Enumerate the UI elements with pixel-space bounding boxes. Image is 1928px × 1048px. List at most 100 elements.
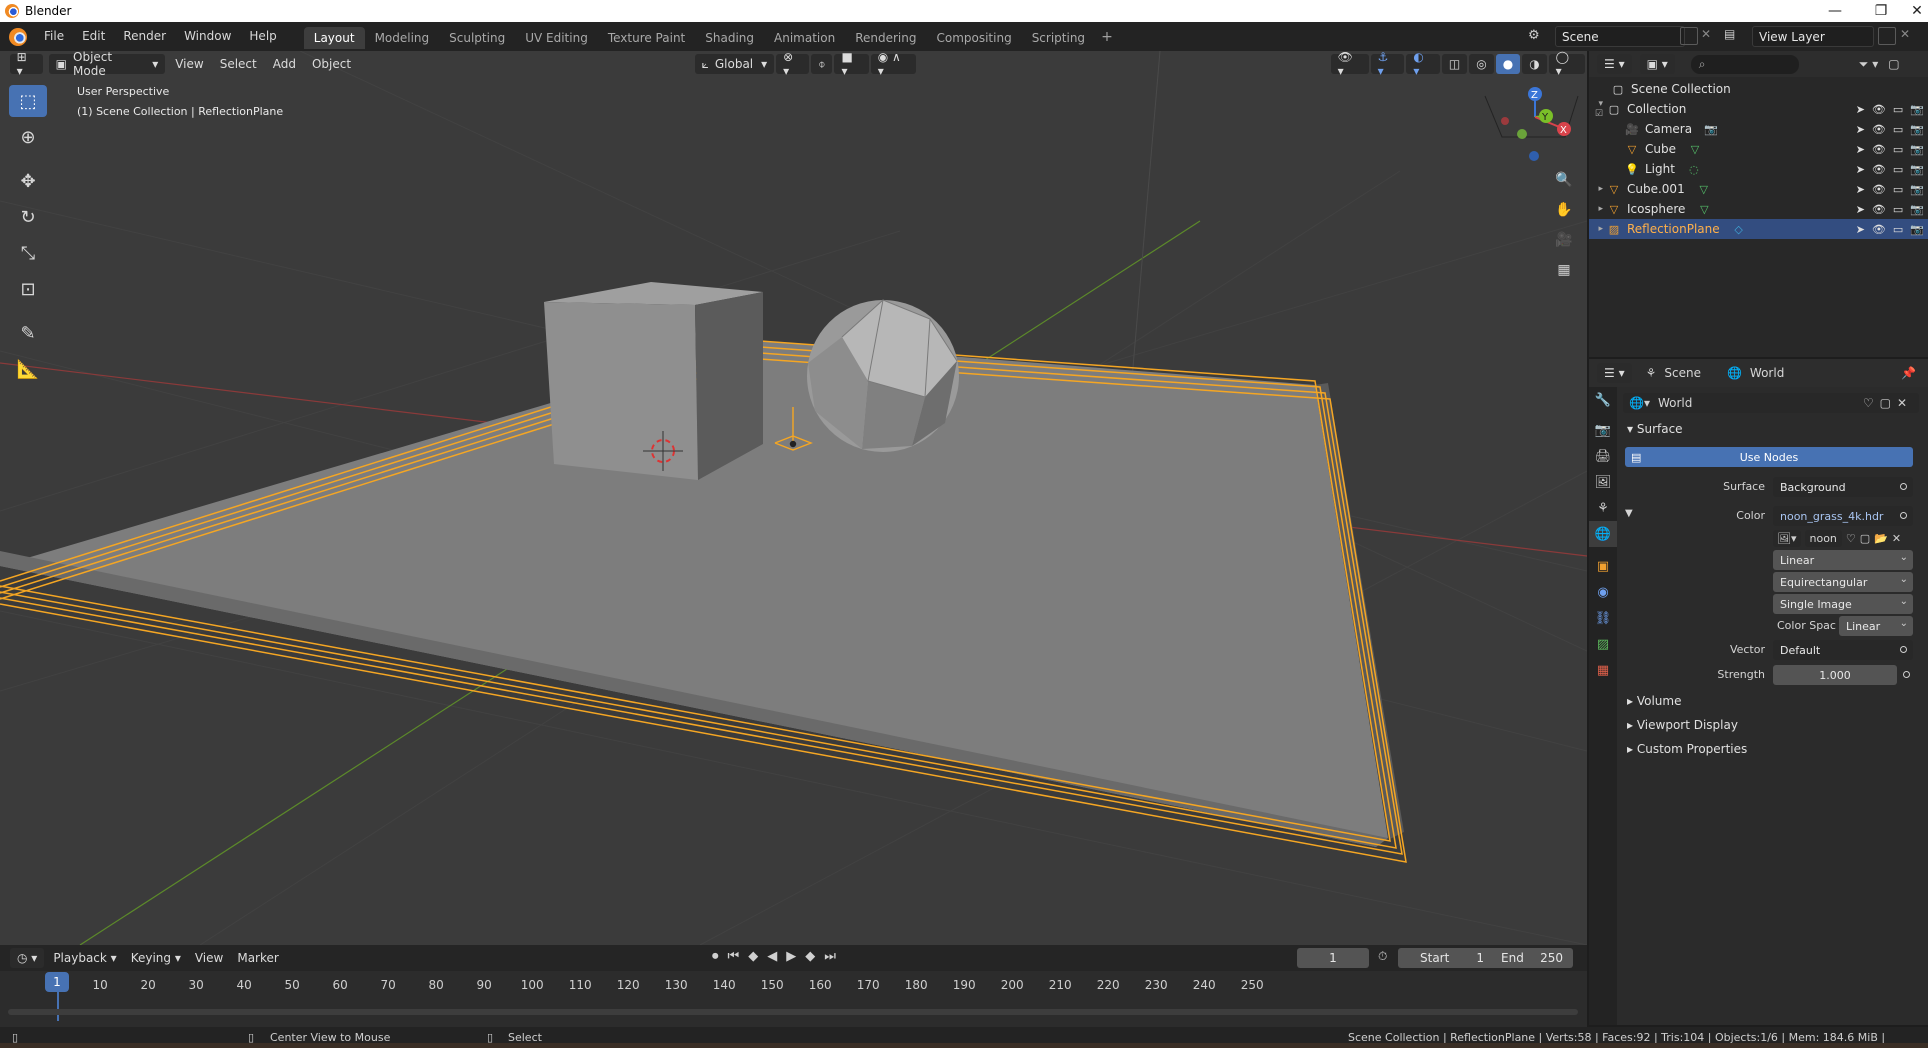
new-view-layer-button[interactable] — [1878, 27, 1896, 45]
record-icon[interactable]: ⏺ — [712, 949, 719, 964]
object-data-icon[interactable]: ◌ — [1687, 162, 1701, 176]
viewport-toggle-icon[interactable]: ▭ — [1893, 123, 1903, 136]
editor-type-button[interactable]: ⊞ ▾ — [9, 51, 43, 78]
visibility-eye-icon[interactable]: 👁 — [1872, 183, 1886, 196]
expand-toggle-icon[interactable]: ▸ — [1589, 184, 1607, 194]
snap-toggle[interactable]: ⌽ — [811, 54, 833, 74]
viewport-toggle-icon[interactable]: ▭ — [1893, 183, 1903, 196]
timeline-editor[interactable]: ◷ ▾ Playback ▾ Keying ▾ View Marker ⏺ ⏮ … — [0, 945, 1587, 1027]
datablock-actions[interactable]: ♡▢✕ — [1863, 396, 1913, 410]
object-data-icon[interactable]: ▽ — [1697, 182, 1711, 196]
new-collection-icon[interactable]: ▢ — [1888, 57, 1899, 71]
viewport-menu-add[interactable]: Add — [265, 57, 304, 71]
menu-render[interactable]: Render — [114, 22, 175, 51]
perspective-toggle-icon[interactable]: ▦ — [1551, 257, 1577, 283]
rotate-tool[interactable]: ↻ — [9, 201, 47, 233]
constraints-tab-icon[interactable]: ⛓ — [1589, 605, 1617, 631]
tab-sculpting[interactable]: Sculpting — [439, 27, 515, 49]
shading-solid-button[interactable]: ● — [1495, 54, 1521, 74]
measure-tool[interactable]: 📐 — [9, 353, 47, 385]
viewport-toggle-icon[interactable]: ▭ — [1893, 143, 1903, 156]
outliner-row-light[interactable]: 💡 Light ◌ ➤ 👁 ▭ 📷 — [1589, 159, 1928, 179]
data-tab-icon[interactable]: ▨ — [1589, 631, 1617, 657]
tab-modeling[interactable]: Modeling — [365, 27, 440, 49]
render-camera-icon[interactable]: 📷 — [1910, 123, 1924, 136]
scene-tab-icon[interactable]: ⚘ — [1589, 495, 1617, 521]
selectable-toggle-icon[interactable]: ➤ — [1856, 223, 1865, 236]
prev-keyframe-icon[interactable]: ◆ — [748, 949, 758, 964]
viewport-toggle-icon[interactable]: ▭ — [1893, 103, 1903, 116]
view-layer-tab-icon[interactable]: 🖼 — [1589, 469, 1617, 495]
snap-element-button[interactable]: ■ ▾ — [834, 51, 869, 78]
object-data-icon[interactable]: ◇ — [1732, 222, 1746, 236]
selectable-toggle-icon[interactable]: ➤ — [1856, 163, 1865, 176]
add-workspace-button[interactable]: + — [1095, 29, 1119, 45]
transform-tool[interactable]: ⊡ — [9, 273, 47, 305]
overlays-toggle[interactable]: ◐ ▾ — [1406, 51, 1440, 78]
output-tab-icon[interactable]: 🖨 — [1589, 443, 1617, 469]
move-tool[interactable]: ✥ — [9, 165, 47, 197]
close-button[interactable]: ✕ — [1894, 0, 1928, 22]
selectable-toggle-icon[interactable]: ➤ — [1856, 143, 1865, 156]
breadcrumb-scene[interactable]: Scene — [1664, 366, 1701, 380]
selectable-toggle-icon[interactable]: ➤ — [1856, 183, 1865, 196]
outliner-search-input[interactable]: ⌕ — [1690, 54, 1799, 74]
proportional-edit-button[interactable]: ◉ ∧ ▾ — [870, 51, 917, 78]
tab-shading[interactable]: Shading — [695, 27, 764, 49]
breadcrumb-world[interactable]: World — [1750, 366, 1784, 380]
world-tab-icon[interactable]: 🌐 — [1589, 521, 1617, 547]
timeline-menu-view[interactable]: View — [188, 951, 230, 965]
selectable-toggle-icon[interactable]: ➤ — [1856, 123, 1865, 136]
volume-panel-header[interactable]: ▸ Volume — [1627, 694, 1681, 708]
cube-object[interactable] — [544, 282, 763, 480]
visibility-button[interactable]: 👁 ▾ — [1330, 51, 1369, 78]
vector-field[interactable]: Default — [1773, 640, 1913, 660]
jump-end-icon[interactable]: ⏭ — [824, 949, 836, 964]
timeline-menu-marker[interactable]: Marker — [230, 951, 285, 965]
shading-rendered-button[interactable]: ◯ ▾ — [1548, 51, 1585, 78]
visibility-eye-icon[interactable]: 👁 — [1872, 123, 1886, 136]
end-frame-field[interactable]: End 250 — [1487, 948, 1573, 968]
expand-toggle-icon[interactable]: ▸ — [1589, 204, 1607, 214]
viewport-menu-select[interactable]: Select — [212, 57, 265, 71]
shading-wireframe-button[interactable]: ◎ — [1469, 54, 1494, 74]
timeline-scrollbar[interactable] — [8, 1009, 1578, 1015]
scale-tool[interactable]: ⤡ — [9, 237, 47, 269]
viewport-toggle-icon[interactable]: ▭ — [1893, 163, 1903, 176]
tab-rendering[interactable]: Rendering — [845, 27, 926, 49]
stopwatch-icon[interactable]: ⏱ — [1378, 949, 1387, 964]
visibility-eye-icon[interactable]: 👁 — [1872, 103, 1886, 116]
selectable-toggle-icon[interactable]: ➤ — [1856, 103, 1865, 116]
mode-selector[interactable]: ▣ Object Mode ▾ — [48, 51, 166, 78]
camera-view-icon[interactable]: 🎥 — [1551, 227, 1577, 253]
blender-logo-icon[interactable] — [9, 27, 27, 46]
transform-orientation-selector[interactable]: ⟀ Global ▾ — [694, 54, 775, 74]
outliner-row-camera[interactable]: 🎥 Camera 📷 ➤ 👁 ▭ 📷 — [1589, 119, 1928, 139]
zoom-icon[interactable]: 🔍 — [1551, 167, 1577, 193]
expand-toggle-icon[interactable]: ▸ — [1589, 224, 1607, 234]
visibility-eye-icon[interactable]: 👁 — [1872, 203, 1886, 216]
viewport-toggle-icon[interactable]: ▭ — [1893, 203, 1903, 216]
start-frame-field[interactable]: Start 1 — [1398, 948, 1494, 968]
view-layer-selector[interactable]: View Layer — [1752, 26, 1874, 47]
3d-viewport[interactable]: Z Y X ⊞ ▾ ▣ Object Mode ▾ View Select Ad… — [0, 51, 1587, 945]
environment-texture-field[interactable]: noon_grass_4k.hdr — [1773, 506, 1913, 526]
surface-shader-field[interactable]: Background — [1773, 477, 1913, 497]
object-tab-icon[interactable]: ▣ — [1589, 553, 1617, 579]
cursor-tool[interactable]: ⊕ — [9, 121, 47, 153]
image-browse-icon[interactable]: 🖼▾ — [1773, 529, 1801, 547]
pin-icon[interactable]: 📌 — [1901, 366, 1916, 380]
tab-scripting[interactable]: Scripting — [1022, 27, 1095, 49]
colorspace-dropdown[interactable]: Linear ⌄ — [1839, 616, 1913, 636]
current-frame-field[interactable]: 1 — [1297, 948, 1369, 968]
projection-dropdown[interactable]: Equirectangular ⌄ — [1773, 572, 1913, 592]
pan-hand-icon[interactable]: ✋ — [1551, 197, 1577, 223]
object-data-icon[interactable]: 📷 — [1704, 122, 1718, 136]
pivot-point-button[interactable]: ⊗ ▾ — [776, 51, 810, 78]
tool-tab-icon[interactable]: 🔧 — [1589, 387, 1617, 413]
outliner-editor-type-button[interactable]: ☰ ▾ — [1597, 54, 1632, 74]
image-name-field[interactable]: noon — [1804, 529, 1842, 547]
use-nodes-button[interactable]: ▤ Use Nodes — [1625, 447, 1913, 467]
select-box-tool[interactable]: ⬚ — [9, 85, 47, 117]
next-keyframe-icon[interactable]: ◆ — [805, 949, 815, 964]
